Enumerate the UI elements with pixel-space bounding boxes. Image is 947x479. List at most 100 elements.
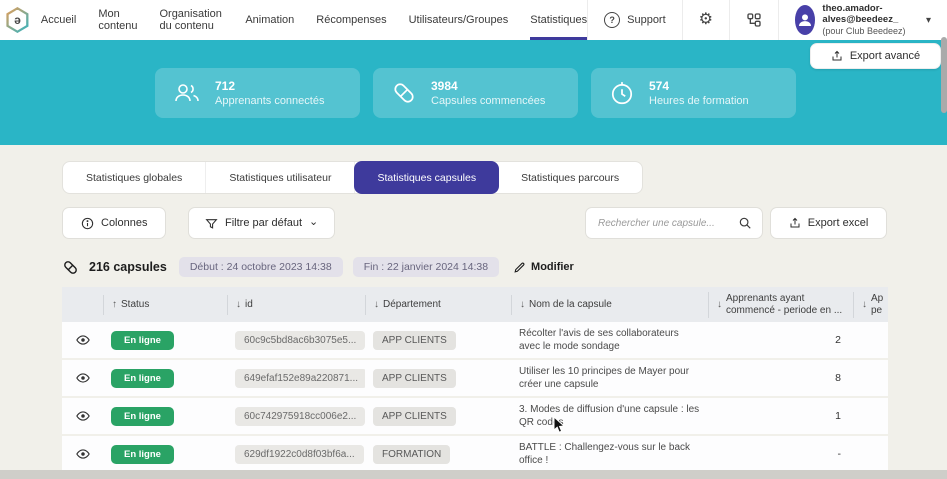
- filter-icon: [205, 217, 218, 230]
- nav-item-organisation-du-contenu[interactable]: Organisation du contenu: [159, 0, 223, 40]
- apprenants-count: 2: [708, 334, 853, 346]
- modify-period-button[interactable]: Modifier: [513, 261, 574, 274]
- header-id-label: id: [245, 299, 253, 311]
- header-status-label: Status: [121, 299, 149, 311]
- view-capsule-button[interactable]: [62, 409, 103, 423]
- stat-label: Capsules commencées: [431, 95, 545, 108]
- export-excel-label: Export excel: [808, 217, 869, 229]
- stat-cards: 712 Apprenants connectés 3984 Capsules c…: [155, 68, 796, 118]
- table-row[interactable]: En ligne 629df1922c0d8f03bf6a... FORMATI…: [62, 436, 888, 474]
- bottom-scroll-track: [0, 470, 947, 479]
- export-excel-button[interactable]: Export excel: [770, 207, 887, 239]
- columns-button[interactable]: Colonnes: [62, 207, 166, 239]
- sort-asc-icon: ↑: [112, 299, 117, 311]
- sort-desc-icon: ↓: [862, 299, 867, 311]
- user-identity: theo.amador-alves@beedeez_ (pour Club Be…: [822, 3, 915, 38]
- departement-badge: APP CLIENTS: [373, 331, 456, 350]
- hierarchy-icon: [746, 12, 762, 28]
- nav-item-animation[interactable]: Animation: [245, 0, 294, 40]
- export-icon: [831, 50, 843, 62]
- stat-value: 712: [215, 78, 324, 95]
- capsule-icon: [62, 259, 79, 276]
- search-icon[interactable]: [738, 216, 752, 230]
- status-badge: En ligne: [111, 369, 174, 388]
- capsule-id: 60c9c5bd8ac6b3075e5...: [235, 331, 365, 350]
- header-id[interactable]: ↓ id: [227, 295, 365, 315]
- nav-item-recompenses[interactable]: Récompenses: [316, 0, 386, 40]
- support-button[interactable]: ? Support: [587, 0, 682, 40]
- top-navigation-bar: ə Accueil Mon contenu Organisation du co…: [0, 0, 947, 40]
- nav-item-utilisateurs-groupes[interactable]: Utilisateurs/Groupes: [409, 0, 509, 40]
- avatar: [795, 5, 815, 35]
- stats-banner: 712 Apprenants connectés 3984 Capsules c…: [0, 40, 947, 145]
- chevron-down-icon[interactable]: ▾: [926, 15, 931, 26]
- header-partial-column[interactable]: ↓ Ap pe: [853, 292, 888, 318]
- nav-item-statistiques[interactable]: Statistiques: [530, 0, 587, 40]
- gear-icon: ⚙: [699, 12, 713, 28]
- header-status[interactable]: ↑ Status: [103, 295, 227, 315]
- capsule-name: Récolter l'avis de ses collaborateurs av…: [511, 327, 708, 353]
- sort-desc-icon: ↓: [374, 299, 379, 311]
- period-start-badge: Début : 24 octobre 2023 14:38: [179, 257, 343, 277]
- account-menu[interactable]: theo.amador-alves@beedeez_ (pour Club Be…: [778, 0, 947, 40]
- capsule-name: 3. Modes de diffusion d'une capsule : le…: [511, 403, 708, 429]
- mouse-cursor: [553, 416, 566, 434]
- view-capsule-button[interactable]: [62, 371, 103, 385]
- export-advanced-label: Export avancé: [850, 50, 920, 62]
- filter-label: Filtre par défaut: [225, 217, 302, 229]
- search-input[interactable]: [596, 217, 738, 230]
- table-header-row: ↑ Status ↓ id ↓ Département ↓ Nom de la …: [62, 287, 888, 322]
- apprenants-count: 8: [708, 372, 853, 384]
- status-badge: En ligne: [111, 331, 174, 350]
- export-icon: [789, 217, 801, 229]
- eye-icon: [76, 333, 90, 347]
- columns-label: Colonnes: [101, 217, 147, 229]
- settings-button[interactable]: ⚙: [682, 0, 729, 40]
- modify-label: Modifier: [531, 261, 574, 273]
- statistics-content: Statistiques globales Statistiques utili…: [0, 145, 947, 479]
- departement-badge: FORMATION: [373, 445, 450, 464]
- info-icon: [81, 217, 94, 230]
- tab-statistiques-globales[interactable]: Statistiques globales: [63, 162, 206, 193]
- clock-icon: [609, 80, 635, 106]
- filter-button[interactable]: Filtre par défaut ⌄: [188, 207, 335, 239]
- stat-card-heures-formation: 574 Heures de formation: [591, 68, 796, 118]
- nav-item-accueil[interactable]: Accueil: [41, 0, 76, 40]
- chevron-down-icon: ⌄: [309, 215, 318, 228]
- beedeez-logo[interactable]: ə: [0, 0, 35, 40]
- sort-desc-icon: ↓: [520, 299, 525, 311]
- eye-icon: [76, 409, 90, 423]
- nav-item-mon-contenu[interactable]: Mon contenu: [98, 0, 137, 40]
- capsules-summary-row: 216 capsules Début : 24 octobre 2023 14:…: [62, 257, 574, 277]
- pencil-icon: [513, 261, 526, 274]
- header-nom-capsule[interactable]: ↓ Nom de la capsule: [511, 295, 708, 315]
- capsules-count: 216 capsules: [89, 260, 167, 274]
- tab-statistiques-parcours[interactable]: Statistiques parcours: [498, 162, 642, 193]
- question-icon: ?: [604, 12, 620, 28]
- header-apprenants-commence[interactable]: ↓ Apprenants ayant commencé - periode en…: [708, 292, 853, 318]
- capsule-icon: [391, 80, 417, 106]
- user-organization: (pour Club Beedeez): [822, 26, 915, 37]
- header-departement[interactable]: ↓ Département: [365, 295, 511, 315]
- eye-icon: [76, 447, 90, 461]
- view-capsule-button[interactable]: [62, 447, 103, 461]
- sort-desc-icon: ↓: [236, 299, 241, 311]
- apprenants-count: -: [708, 448, 853, 460]
- capsule-id: 649efaf152e89a220871...: [235, 369, 365, 388]
- sort-desc-icon: ↓: [717, 299, 722, 311]
- table-row[interactable]: En ligne 649efaf152e89a220871... APP CLI…: [62, 360, 888, 398]
- export-advanced-button[interactable]: Export avancé: [810, 43, 941, 69]
- eye-icon: [76, 371, 90, 385]
- tab-statistiques-utilisateur[interactable]: Statistiques utilisateur: [206, 162, 355, 193]
- vertical-scrollbar[interactable]: [941, 37, 947, 113]
- table-row[interactable]: En ligne 60c9c5bd8ac6b3075e5... APP CLIE…: [62, 322, 888, 360]
- table-row[interactable]: En ligne 60c742975918cc006e2... APP CLIE…: [62, 398, 888, 436]
- view-capsule-button[interactable]: [62, 333, 103, 347]
- org-structure-button[interactable]: [729, 0, 778, 40]
- header-departement-label: Département: [383, 299, 441, 311]
- header-eye-column: [62, 295, 103, 315]
- tab-statistiques-capsules[interactable]: Statistiques capsules: [354, 161, 499, 194]
- departement-badge: APP CLIENTS: [373, 369, 456, 388]
- capsule-name: BATTLE : Challengez-vous sur le back off…: [511, 441, 708, 467]
- capsule-id: 629df1922c0d8f03bf6a...: [235, 445, 364, 464]
